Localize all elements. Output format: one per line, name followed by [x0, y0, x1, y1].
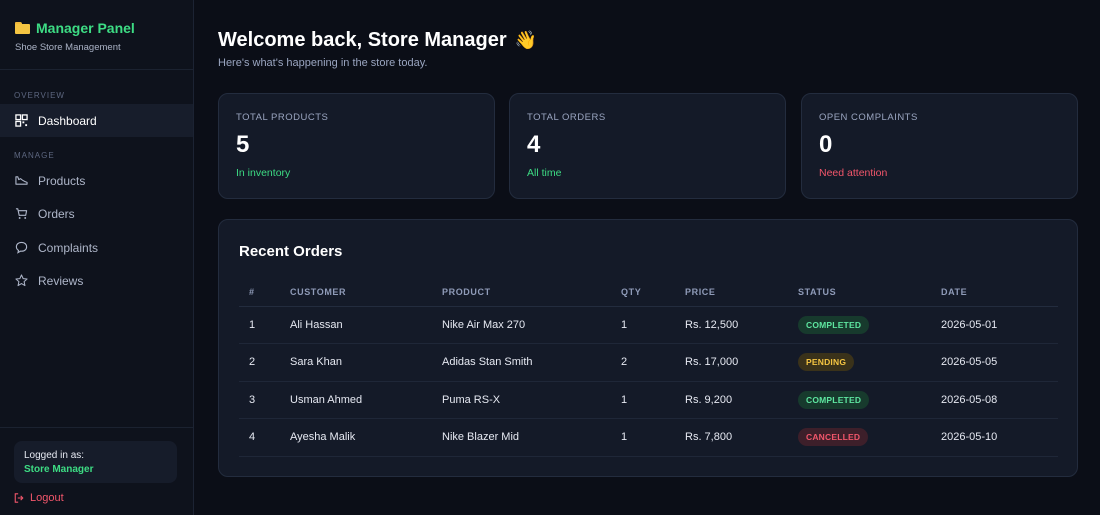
cell-qty: 1	[611, 418, 675, 457]
stat-card-complaints: OPEN COMPLAINTS 0 Need attention	[801, 93, 1078, 199]
cell-product: Nike Blazer Mid	[432, 418, 611, 457]
sidebar: Manager Panel Shoe Store Management OVER…	[0, 0, 194, 515]
cell-customer: Ayesha Malik	[280, 418, 432, 457]
cell-date: 2026-05-01	[931, 306, 1058, 344]
logged-in-user: Store Manager	[24, 464, 94, 475]
stat-label: TOTAL PRODUCTS	[236, 112, 329, 123]
cell-product: Nike Air Max 270	[432, 306, 611, 344]
brand-subtitle: Shoe Store Management	[15, 42, 121, 53]
logout-icon	[14, 493, 24, 503]
status-badge: PENDING	[798, 353, 855, 372]
brand-title-row: Manager Panel	[15, 20, 179, 36]
cell-customer: Ali Hassan	[280, 306, 432, 344]
cell-num: 1	[239, 306, 280, 344]
column-header: PRODUCT	[432, 278, 611, 307]
grid-icon	[15, 114, 28, 127]
column-header: PRICE	[675, 278, 788, 307]
sidebar-item-orders[interactable]: Orders	[0, 197, 193, 230]
recent-orders-title: Recent Orders	[239, 243, 343, 260]
cell-status: CANCELLED	[788, 418, 931, 457]
cell-date: 2026-05-05	[931, 343, 1058, 382]
stat-label: TOTAL ORDERS	[527, 112, 606, 123]
user-info-box: Logged in as: Store Manager	[14, 441, 177, 483]
logged-in-label: Logged in as:	[24, 450, 85, 461]
stat-value: 4	[527, 131, 541, 158]
cell-num: 4	[239, 418, 280, 457]
table-header-row: # CUSTOMER PRODUCT QTY PRICE STATUS DATE	[239, 278, 1058, 307]
orders-table: # CUSTOMER PRODUCT QTY PRICE STATUS DATE…	[239, 278, 1058, 457]
table-row: 3 Usman Ahmed Puma RS-X 1 Rs. 9,200 COMP…	[239, 381, 1058, 419]
stat-note: Need attention	[819, 167, 888, 179]
sidebar-item-products[interactable]: Products	[0, 164, 193, 197]
cell-status: COMPLETED	[788, 381, 931, 419]
cell-date: 2026-05-08	[931, 381, 1058, 419]
sidebar-item-label: Orders	[38, 206, 75, 221]
sidebar-item-label: Dashboard	[38, 113, 97, 128]
table-row: 2 Sara Khan Adidas Stan Smith 2 Rs. 17,0…	[239, 343, 1058, 382]
cell-qty: 1	[611, 381, 675, 419]
cell-customer: Usman Ahmed	[280, 381, 432, 419]
stat-note: In inventory	[236, 167, 291, 179]
stat-value: 5	[236, 131, 250, 158]
recent-orders-panel: Recent Orders # CUSTOMER PRODUCT QTY PRI…	[218, 219, 1078, 477]
stat-value: 0	[819, 131, 833, 158]
page-title: Welcome back, Store Manager	[218, 29, 507, 51]
section-label-overview: OVERVIEW	[14, 91, 65, 100]
column-header: QTY	[611, 278, 675, 307]
column-header: #	[239, 278, 280, 307]
sidebar-item-dashboard[interactable]: Dashboard	[0, 104, 193, 137]
section-label-manage: MANAGE	[14, 151, 55, 160]
logout-link[interactable]: Logout	[14, 492, 64, 504]
table-row: 1 Ali Hassan Nike Air Max 270 1 Rs. 12,5…	[239, 306, 1058, 344]
cell-price: Rs. 17,000	[675, 343, 788, 382]
cell-num: 2	[239, 343, 280, 382]
status-badge: CANCELLED	[798, 428, 869, 447]
folder-icon	[15, 22, 30, 34]
sidebar-item-label: Reviews	[38, 273, 84, 288]
cell-product: Puma RS-X	[432, 381, 611, 419]
page-subtitle: Here's what's happening in the store tod…	[218, 57, 428, 69]
welcome-heading: Welcome back, Store Manager 👋	[218, 29, 537, 52]
cell-status: PENDING	[788, 343, 931, 382]
sidebar-item-label: Complaints	[38, 240, 99, 255]
chat-icon	[15, 241, 28, 254]
cell-qty: 1	[611, 306, 675, 344]
star-icon	[15, 274, 28, 287]
column-header: STATUS	[788, 278, 931, 307]
stat-card-products: TOTAL PRODUCTS 5 In inventory	[218, 93, 495, 199]
status-badge: COMPLETED	[798, 315, 870, 334]
sidebar-divider	[0, 427, 193, 428]
brand: Manager Panel Shoe Store Management	[0, 0, 193, 70]
stat-card-orders: TOTAL ORDERS 4 All time	[509, 93, 786, 199]
shoe-icon	[15, 176, 28, 185]
cell-qty: 2	[611, 343, 675, 382]
logout-label: Logout	[30, 492, 64, 504]
main-content: Welcome back, Store Manager 👋 Here's wha…	[194, 0, 1100, 515]
cell-product: Adidas Stan Smith	[432, 343, 611, 382]
cell-price: Rs. 12,500	[675, 306, 788, 344]
table-row: 4 Ayesha Malik Nike Blazer Mid 1 Rs. 7,8…	[239, 418, 1058, 457]
stat-label: OPEN COMPLAINTS	[819, 112, 918, 123]
brand-title: Manager Panel	[36, 20, 135, 36]
cell-price: Rs. 7,800	[675, 418, 788, 457]
column-header: DATE	[931, 278, 1058, 307]
cart-icon	[15, 208, 28, 219]
sidebar-item-label: Products	[38, 173, 86, 188]
sidebar-item-complaints[interactable]: Complaints	[0, 231, 193, 264]
stat-note: All time	[527, 167, 562, 179]
cell-date: 2026-05-10	[931, 418, 1058, 457]
wave-emoji: 👋	[514, 30, 538, 50]
sidebar-item-reviews[interactable]: Reviews	[0, 264, 193, 297]
cell-customer: Sara Khan	[280, 343, 432, 382]
status-badge: COMPLETED	[798, 390, 870, 409]
cell-status: COMPLETED	[788, 306, 931, 344]
column-header: CUSTOMER	[280, 278, 432, 307]
cell-num: 3	[239, 381, 280, 419]
cell-price: Rs. 9,200	[675, 381, 788, 419]
